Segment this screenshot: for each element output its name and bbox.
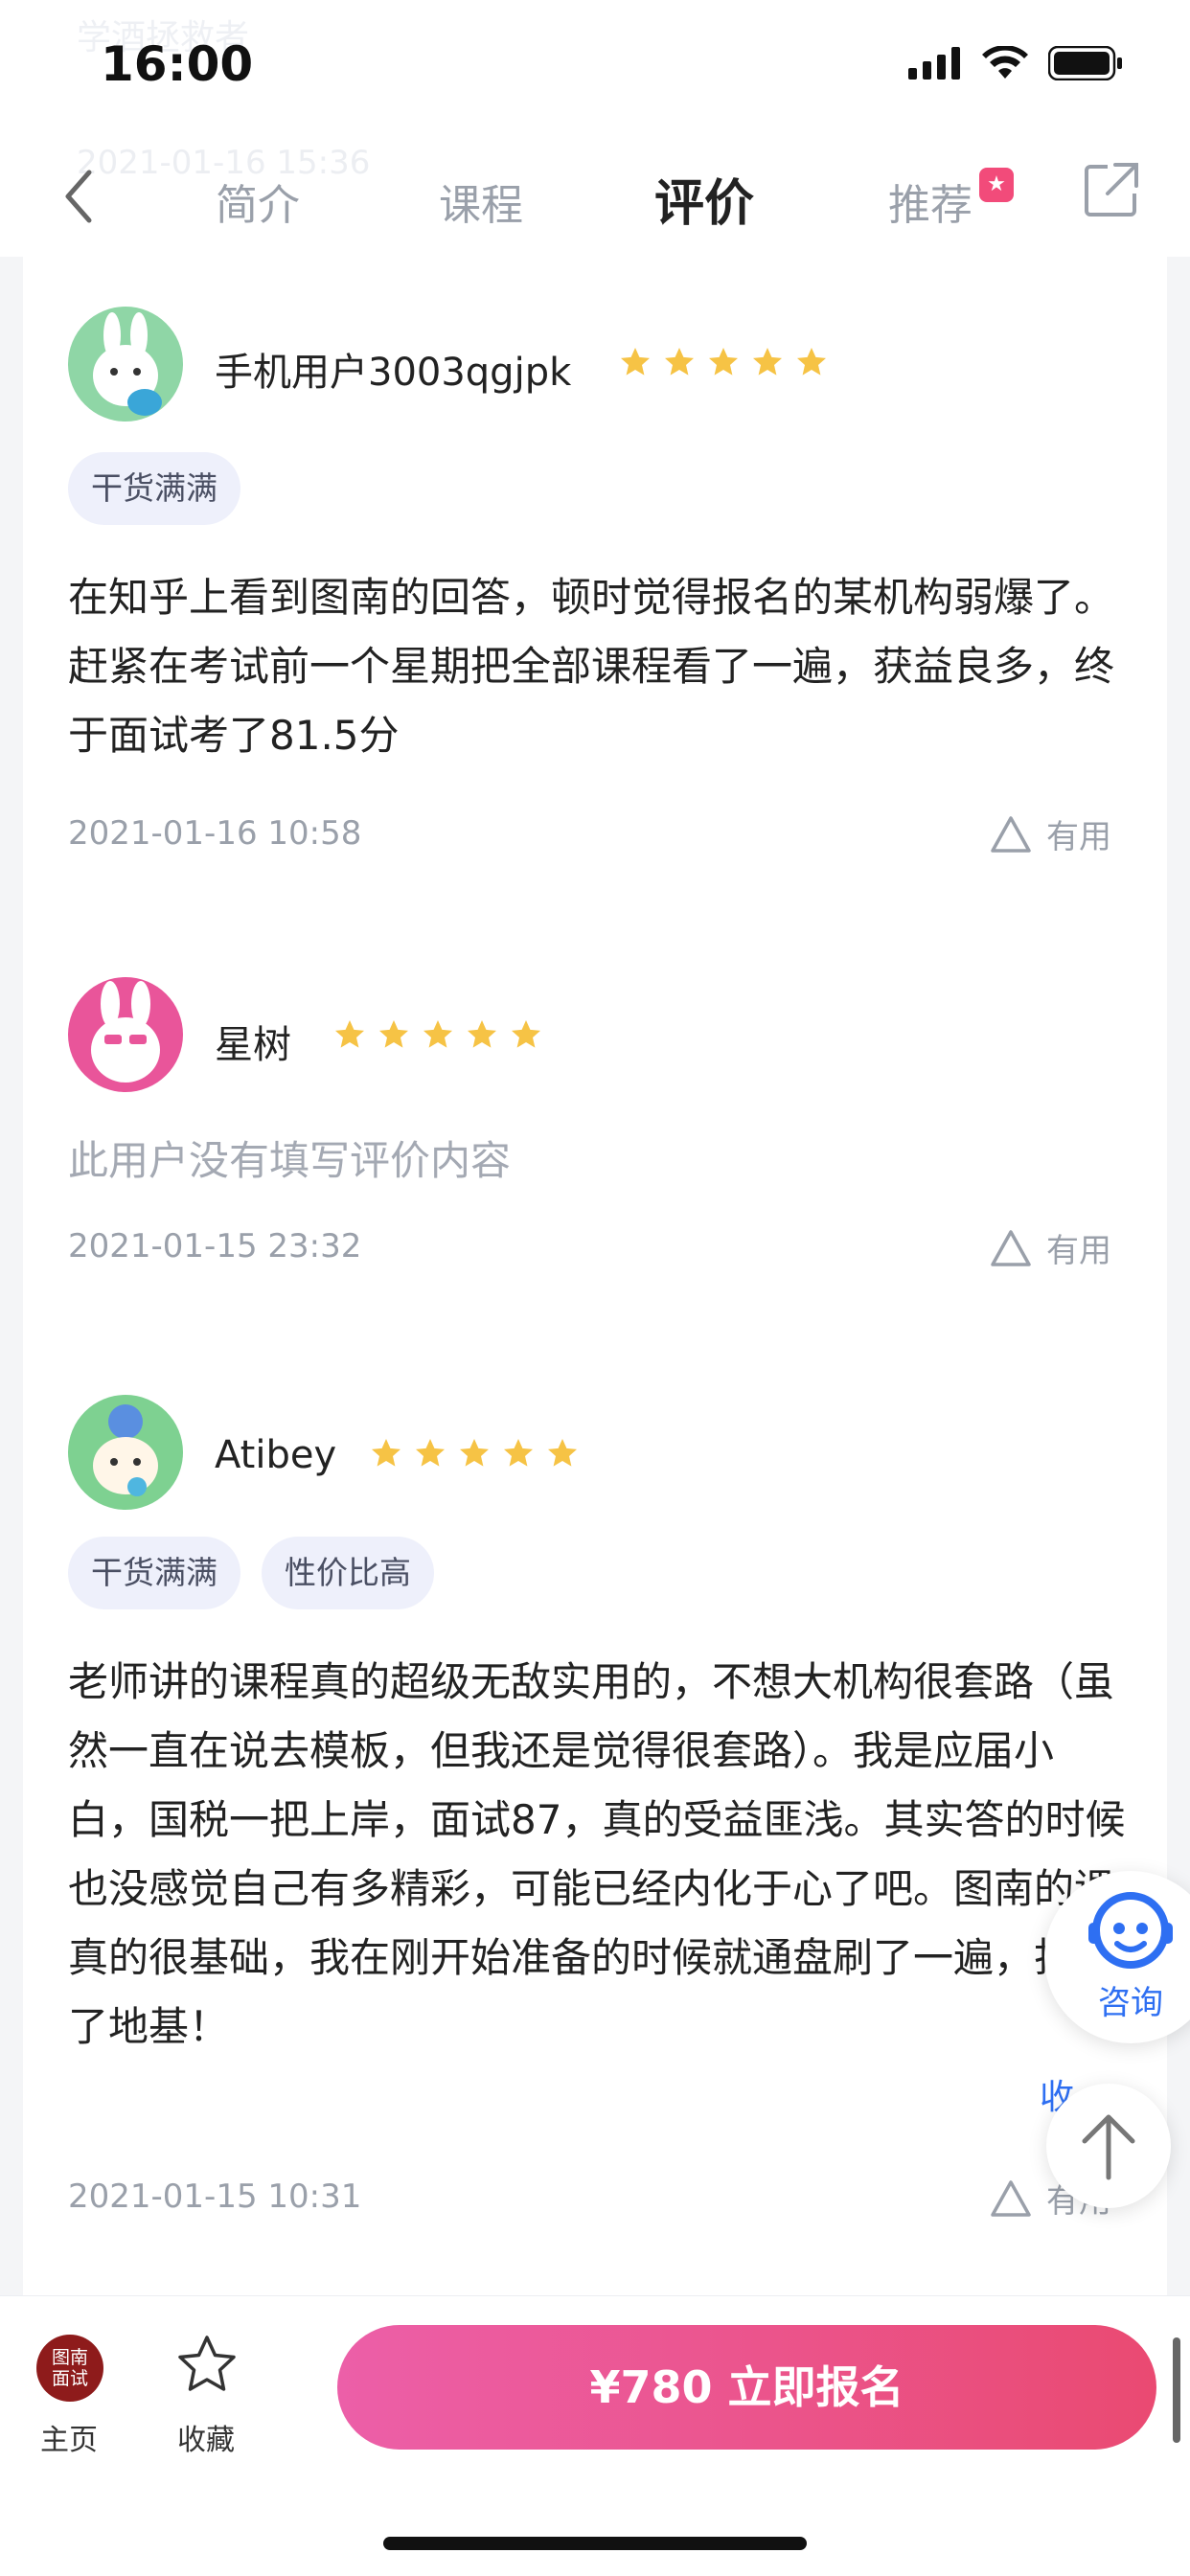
rating-stars [370, 1437, 579, 1470]
enroll-button[interactable]: ¥780 立即报名 [337, 2325, 1156, 2450]
review-tag: 干货满满 [68, 1537, 240, 1609]
rabbit-avatar-icon [91, 981, 160, 1083]
review-username: 星树 [215, 1023, 291, 1067]
triangle-icon [991, 815, 1031, 853]
star-icon [372, 1439, 400, 1467]
tab-recommend[interactable]: 推荐 [888, 171, 973, 232]
rating-stars [619, 346, 828, 378]
review-text: 在知乎上看到图南的回答，顿时觉得报名的某机构弱爆了。赶紧在考试前一个星期把全部课… [68, 574, 1115, 759]
arrow-up-icon [1082, 2114, 1135, 2180]
tab-course[interactable]: 课程 [439, 171, 523, 232]
useful-button[interactable]: 有用 [989, 1224, 1111, 1271]
triangle-icon [991, 2179, 1031, 2217]
status-bar: 学酒拯救者 16:00 [0, 0, 1190, 134]
star-icon [548, 1439, 577, 1467]
review-username: 手机用户3003qgjpk [215, 351, 572, 395]
avatar[interactable] [68, 977, 183, 1092]
home-indicator[interactable] [383, 2537, 807, 2550]
review-tags: 干货满满 性价比高 [68, 1537, 434, 1609]
wifi-icon [982, 46, 1028, 79]
tab-reviews[interactable]: 评价 [654, 163, 754, 235]
review-username: Atibey [215, 1433, 337, 1477]
scroll-indicator [1173, 2337, 1180, 2443]
status-time: 16:00 [101, 36, 254, 92]
star-icon [379, 1020, 408, 1048]
star-outline-icon[interactable] [175, 2333, 239, 2396]
useful-button[interactable]: 有用 [989, 810, 1111, 857]
review-date: 2021-01-16 10:58 [68, 814, 362, 853]
home-logo-text-2: 面试 [51, 2368, 88, 2389]
share-icon[interactable] [1083, 161, 1140, 218]
star-icon [468, 1020, 496, 1048]
avatar[interactable] [68, 307, 183, 422]
cat-avatar-icon [93, 1404, 158, 1496]
rabbit-avatar-icon [93, 312, 162, 416]
review-tag: 性价比高 [262, 1537, 434, 1609]
star-icon [416, 1439, 445, 1467]
recommend-badge-icon: ★ [979, 168, 1014, 202]
signal-icon [908, 47, 960, 80]
home-logo-text-1: 图南 [51, 2347, 88, 2368]
star-icon [797, 348, 826, 376]
reviews-list: 手机用户3003qgjpk 干货满满 在知乎上看到图南的回答，顿时觉得报名的某机… [23, 257, 1167, 2295]
bottom-action-bar: 图南 面试 主页 收藏 ¥780 立即报名 [0, 2295, 1190, 2576]
review-tags: 干货满满 [68, 452, 240, 525]
rating-stars [333, 1018, 542, 1051]
review-date: 2021-01-15 10:31 [68, 2177, 362, 2216]
avatar[interactable] [68, 1395, 183, 1510]
review-tag: 干货满满 [68, 452, 240, 525]
customer-service-icon [1088, 1892, 1173, 1969]
consult-label: 咨询 [1098, 1984, 1163, 2022]
consult-button[interactable]: 咨询 [1044, 1871, 1190, 2043]
useful-label: 有用 [1046, 818, 1111, 856]
star-icon [621, 348, 650, 376]
useful-label: 有用 [1046, 1232, 1111, 1270]
star-icon [709, 348, 738, 376]
tab-intro[interactable]: 简介 [216, 171, 300, 232]
scroll-to-top-button[interactable] [1046, 2084, 1171, 2208]
review-text-empty: 此用户没有填写评价内容 [68, 1137, 512, 1184]
review-text: 老师讲的课程真的超级无敌实用的，不想大机构很套路（虽然一直在说去模板，但我还是觉… [68, 1658, 1126, 2050]
star-icon [753, 348, 782, 376]
triangle-icon [991, 1229, 1031, 1266]
star-icon [665, 348, 694, 376]
review-date: 2021-01-15 23:32 [68, 1227, 362, 1265]
star-icon [460, 1439, 489, 1467]
star-icon [512, 1020, 540, 1048]
favorite-label[interactable]: 收藏 [177, 2416, 235, 2458]
home-logo-icon[interactable]: 图南 面试 [36, 2335, 103, 2402]
status-icons [908, 46, 1123, 80]
back-arrow-icon[interactable] [53, 163, 110, 230]
star-icon [504, 1439, 533, 1467]
star-icon [423, 1020, 452, 1048]
battery-icon [1048, 46, 1122, 80]
star-icon [335, 1020, 364, 1048]
home-label[interactable]: 主页 [40, 2416, 98, 2458]
